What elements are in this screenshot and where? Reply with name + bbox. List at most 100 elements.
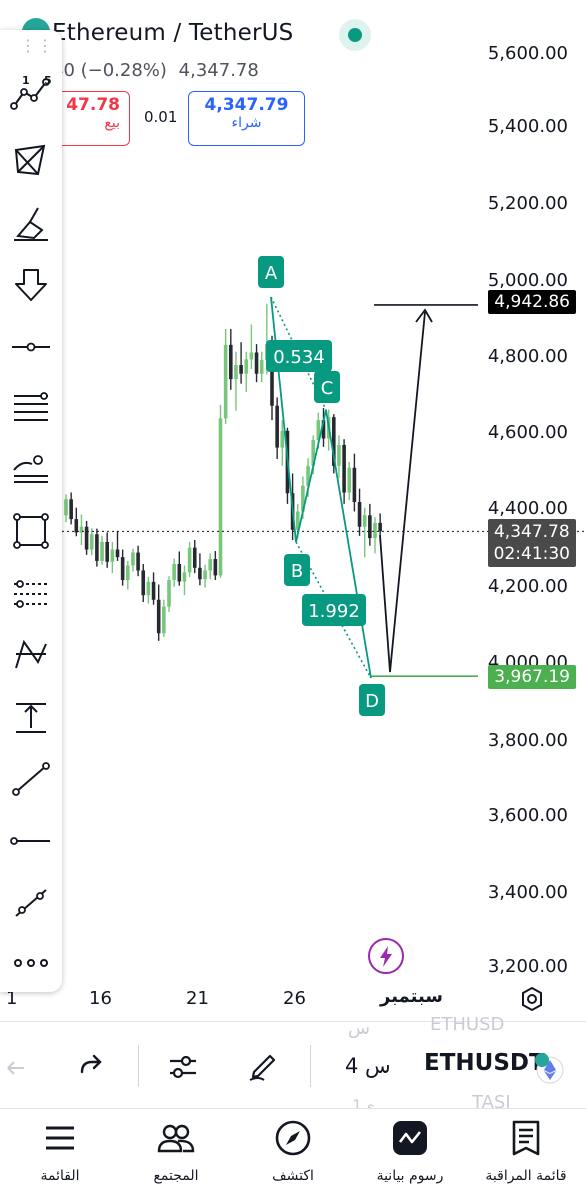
info-line-tool[interactable] bbox=[8, 880, 54, 926]
buy-label: شراء bbox=[231, 115, 262, 131]
more-tools[interactable] bbox=[8, 940, 54, 986]
candle-body bbox=[120, 557, 125, 580]
projection-path bbox=[379, 311, 426, 673]
candle-body bbox=[156, 599, 161, 634]
candle-body bbox=[259, 360, 264, 374]
candle-body bbox=[234, 365, 238, 380]
measure-icon bbox=[16, 703, 46, 733]
fib-retracement-tool[interactable] bbox=[8, 386, 54, 432]
bar-countdown: 02:41:30 bbox=[493, 544, 570, 564]
candle-body bbox=[100, 541, 104, 561]
separator bbox=[138, 1045, 139, 1087]
pattern-point-b: B bbox=[291, 561, 303, 582]
tool-badge: 5 bbox=[44, 74, 52, 87]
indicators-icon[interactable] bbox=[166, 1050, 200, 1084]
candle-body bbox=[187, 547, 192, 573]
redo-icon[interactable] bbox=[74, 1050, 108, 1084]
nav-label: اكتشف bbox=[272, 1168, 314, 1184]
event-flash-button[interactable] bbox=[368, 938, 404, 974]
measure-tool[interactable] bbox=[8, 694, 54, 740]
pattern-point-c: C bbox=[321, 378, 334, 399]
brush-icon bbox=[14, 207, 48, 241]
price-axis-label: 4,200.00 bbox=[487, 576, 568, 597]
candle-body bbox=[182, 572, 187, 582]
horizontal-ray-tool[interactable] bbox=[8, 818, 54, 864]
candle-body bbox=[203, 570, 207, 580]
xabcd-pattern-tool[interactable] bbox=[8, 138, 54, 184]
timeframe-selector[interactable]: 4 س bbox=[345, 1054, 391, 1078]
current-price: 4,347.78 bbox=[493, 522, 570, 542]
undo-icon[interactable] bbox=[0, 1052, 34, 1086]
candle-body bbox=[373, 522, 377, 539]
nav-explore[interactable]: اكتشف bbox=[243, 1118, 343, 1184]
candle-body bbox=[64, 499, 68, 516]
candle-body bbox=[249, 352, 254, 360]
last-price: 4,347.78 bbox=[178, 60, 259, 81]
symbol-selector[interactable]: ETHUSDT bbox=[424, 1050, 545, 1076]
time-label: 26 bbox=[283, 988, 306, 1009]
candle-body bbox=[89, 534, 94, 550]
candle-body bbox=[84, 526, 89, 550]
candle-body bbox=[378, 522, 382, 532]
symbol-title[interactable]: Ethereum / TetherUS bbox=[52, 20, 293, 46]
menu-icon bbox=[46, 1126, 74, 1150]
brush-tool[interactable] bbox=[8, 200, 54, 246]
price-axis-label: 3,200.00 bbox=[487, 956, 568, 977]
nav-label: المجتمع bbox=[153, 1168, 199, 1184]
candle-body bbox=[167, 579, 171, 607]
candle-body bbox=[198, 567, 202, 580]
drag-handle-icon[interactable]: ⋮⋮ bbox=[20, 36, 54, 55]
price-axis-label: 4,400.00 bbox=[487, 498, 568, 519]
candle-body bbox=[362, 515, 367, 527]
fib-extension-tool[interactable] bbox=[8, 446, 54, 492]
stop-price-tag: 3,967.19 bbox=[488, 665, 576, 689]
price-axis-label: 5,200.00 bbox=[487, 193, 568, 214]
candle-body bbox=[223, 344, 228, 419]
candle-body bbox=[162, 606, 166, 634]
chart-settings-icon[interactable] bbox=[518, 985, 546, 1013]
chart-icon bbox=[393, 1121, 427, 1155]
candle-body bbox=[126, 565, 130, 580]
symbol-prev[interactable]: ETHUSD bbox=[430, 1014, 504, 1035]
candle-body bbox=[177, 563, 182, 582]
price-axis-label: 5,000.00 bbox=[487, 270, 568, 291]
candle-body bbox=[136, 552, 140, 571]
ray-icon bbox=[12, 762, 50, 796]
price-change: 40 (−0.28%) bbox=[52, 60, 167, 81]
drawing-pen-icon[interactable] bbox=[246, 1048, 280, 1082]
price-axis-label: 3,400.00 bbox=[487, 882, 568, 903]
nav-menu[interactable]: القائمة bbox=[10, 1118, 110, 1184]
tool-badge: 1 bbox=[22, 74, 30, 87]
horizontal-line-tool[interactable] bbox=[8, 324, 54, 370]
candle-body bbox=[110, 549, 115, 562]
nav-label: قائمة المراقبة bbox=[485, 1168, 567, 1184]
nav-community[interactable]: المجتمع bbox=[126, 1118, 226, 1184]
market-open-indicator bbox=[339, 19, 371, 51]
info-line-icon bbox=[15, 889, 47, 917]
pattern-point-d: D bbox=[365, 691, 379, 712]
ray-tool[interactable] bbox=[8, 756, 54, 802]
rectangle-tool[interactable] bbox=[8, 508, 54, 554]
candle-body bbox=[208, 559, 212, 571]
candle-body bbox=[347, 467, 352, 493]
parallel-channel-tool[interactable] bbox=[8, 570, 54, 616]
pattern-leg-bc bbox=[295, 409, 327, 543]
price-axis-label: 3,600.00 bbox=[487, 805, 568, 826]
current-price-tag: 4,347.78 02:41:30 bbox=[487, 519, 576, 567]
candle-body bbox=[105, 541, 109, 562]
timeframe-prev[interactable]: س bbox=[348, 1018, 370, 1039]
fib-extension-icon bbox=[13, 455, 48, 483]
nav-charts[interactable]: رسوم بيانية bbox=[360, 1118, 460, 1184]
candle-body bbox=[172, 563, 176, 580]
nav-watchlist[interactable]: قائمة المراقبة bbox=[476, 1118, 576, 1184]
buy-button[interactable]: 4,347.79 شراء bbox=[188, 91, 305, 146]
arrow-down-tool[interactable] bbox=[8, 262, 54, 308]
candle-body bbox=[146, 581, 151, 596]
candle-body bbox=[192, 547, 197, 568]
candle-body bbox=[95, 534, 99, 561]
candle-body bbox=[337, 444, 341, 466]
nav-label: رسوم بيانية bbox=[376, 1168, 444, 1184]
candle-body bbox=[352, 467, 357, 502]
pitchfork-tool[interactable] bbox=[8, 632, 54, 678]
candle-body bbox=[115, 549, 120, 558]
